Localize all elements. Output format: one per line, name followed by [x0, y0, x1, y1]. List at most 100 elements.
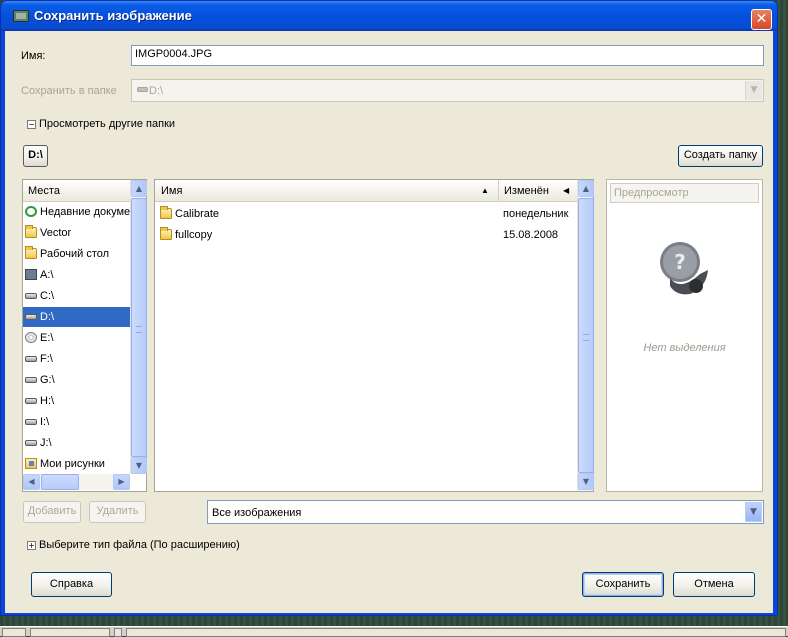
places-hscrollbar[interactable]: ◀ ▶: [23, 474, 130, 490]
places-header-label: Места: [28, 185, 60, 197]
folder-icon: [25, 246, 37, 259]
places-item[interactable]: Недавние докуме: [23, 202, 130, 222]
scroll-right-icon[interactable]: ▶: [113, 474, 130, 490]
file-type-expander-icon[interactable]: +: [27, 541, 36, 550]
chevron-down-icon: ▼: [745, 81, 762, 100]
places-scroll-thumb[interactable]: [131, 198, 147, 457]
places-item[interactable]: A:\: [23, 265, 130, 285]
drive-icon: [25, 440, 37, 446]
chevron-down-icon[interactable]: ▼: [745, 502, 762, 522]
floppy-icon: [25, 269, 37, 280]
modified-column-header[interactable]: Изменён ◀: [499, 180, 577, 202]
file-name: Calibrate: [175, 208, 220, 220]
places-item-label: Рабочий стол: [40, 248, 110, 260]
question-icon: ?: [660, 242, 708, 295]
places-item[interactable]: Vector: [23, 223, 130, 243]
file-name: fullcopy: [175, 229, 213, 241]
places-item[interactable]: J:\: [23, 433, 130, 453]
places-item-label: Vector: [40, 227, 72, 239]
app-icon: [13, 10, 29, 22]
save-image-dialog: Сохранить изображение ✕ Имя: IMGP0004.JP…: [0, 0, 778, 616]
places-item-label: Недавние докуме: [40, 206, 130, 218]
places-item[interactable]: E:\: [23, 328, 130, 348]
file-modified: понедельник: [503, 208, 569, 220]
drive-icon: [25, 419, 37, 425]
drive-icon: [25, 314, 37, 320]
column-collapse-icon: ◀: [563, 186, 570, 195]
title-bar[interactable]: Сохранить изображение ✕: [1, 1, 777, 31]
save-button[interactable]: Сохранить: [582, 572, 664, 597]
path-button-d[interactable]: D:\: [23, 145, 48, 167]
drive-icon: [25, 398, 37, 404]
scroll-up-icon[interactable]: ▲: [131, 180, 147, 197]
file-scroll-thumb[interactable]: [578, 198, 594, 473]
drive-icon: [137, 87, 148, 92]
places-item[interactable]: D:\: [23, 307, 130, 327]
places-item-label: I:\: [40, 416, 50, 428]
close-button[interactable]: ✕: [751, 9, 772, 30]
help-button[interactable]: Справка: [31, 572, 112, 597]
preview-header-label: Предпросмотр: [614, 187, 689, 199]
save-in-label: Сохранить в папке: [21, 85, 117, 97]
places-item-label: G:\: [40, 374, 55, 386]
places-item[interactable]: I:\: [23, 412, 130, 432]
places-header[interactable]: Места: [23, 180, 130, 202]
cancel-button[interactable]: Отмена: [673, 572, 755, 597]
places-item[interactable]: G:\: [23, 370, 130, 390]
file-filter-combo[interactable]: Все изображения ▼: [207, 500, 764, 524]
scroll-left-icon[interactable]: ◀: [23, 474, 40, 490]
drive-icon: [25, 356, 37, 362]
places-item-label: Мои рисунки: [40, 458, 105, 470]
places-item[interactable]: H:\: [23, 391, 130, 411]
file-modified: 15.08.2008: [503, 229, 559, 241]
no-selection-text: Нет выделения: [643, 342, 726, 354]
places-item-label: F:\: [40, 353, 53, 365]
drive-icon: [25, 293, 37, 299]
dialog-body: Имя: IMGP0004.JPG Сохранить в папке D:\ …: [5, 31, 773, 613]
places-item[interactable]: C:\: [23, 286, 130, 306]
create-folder-button[interactable]: Создать папку: [678, 145, 763, 167]
places-item-label: J:\: [40, 437, 52, 449]
places-item-label: E:\: [40, 332, 54, 344]
taskbar: [0, 626, 788, 637]
places-item[interactable]: F:\: [23, 349, 130, 369]
name-input[interactable]: IMGP0004.JPG: [131, 45, 764, 66]
save-in-value: D:\: [149, 85, 164, 97]
name-column-label: Имя: [161, 185, 183, 197]
drive-icon: [25, 377, 37, 383]
browse-folders-toggle[interactable]: Просмотреть другие папки: [39, 118, 175, 130]
file-list-scrollbar[interactable]: ▲ ▼: [577, 180, 594, 491]
window-title: Сохранить изображение: [34, 8, 192, 23]
cd-icon: [25, 332, 37, 343]
pictures-icon: [25, 458, 37, 469]
file-list-panel: Имя ▲ Изменён ◀ Calibrate понедельник full…: [154, 179, 594, 492]
scroll-down-icon[interactable]: ▼: [131, 457, 147, 474]
preview-header: Предпросмотр: [610, 183, 759, 203]
scroll-up-icon[interactable]: ▲: [578, 180, 594, 197]
folder-icon: [160, 227, 172, 240]
remove-place-button[interactable]: Удалить: [89, 501, 146, 523]
file-row[interactable]: Calibrate понедельник: [155, 204, 577, 224]
places-item[interactable]: Мои рисунки: [23, 454, 130, 474]
file-rows: Calibrate понедельник fullcopy 15.08.2008: [155, 202, 577, 490]
places-item-label: A:\: [40, 269, 54, 281]
preview-panel: Предпросмотр ? Нет выделения: [606, 179, 763, 492]
places-hscroll-thumb[interactable]: [41, 474, 79, 490]
places-item[interactable]: Рабочий стол: [23, 244, 130, 264]
folder-icon: [25, 225, 37, 238]
sort-ascending-icon: ▲: [481, 186, 489, 195]
places-item-label: C:\: [40, 290, 55, 302]
places-item-label: D:\: [40, 311, 55, 323]
name-label: Имя:: [21, 50, 46, 62]
scroll-down-icon[interactable]: ▼: [578, 473, 594, 490]
places-panel: Места Недавние докуме Vector Рабочий стол A…: [22, 179, 147, 492]
name-column-header[interactable]: Имя ▲: [155, 180, 499, 202]
file-filter-value: Все изображения: [212, 507, 302, 519]
add-place-button[interactable]: Добавить: [23, 501, 81, 523]
places-scrollbar[interactable]: ▲ ▼: [130, 180, 147, 474]
file-row[interactable]: fullcopy 15.08.2008: [155, 225, 577, 245]
browse-expander-icon[interactable]: −: [27, 120, 36, 129]
folder-icon: [160, 206, 172, 219]
modified-column-label: Изменён: [504, 185, 549, 197]
file-type-toggle[interactable]: Выберите тип файла (По расширению): [39, 539, 240, 551]
